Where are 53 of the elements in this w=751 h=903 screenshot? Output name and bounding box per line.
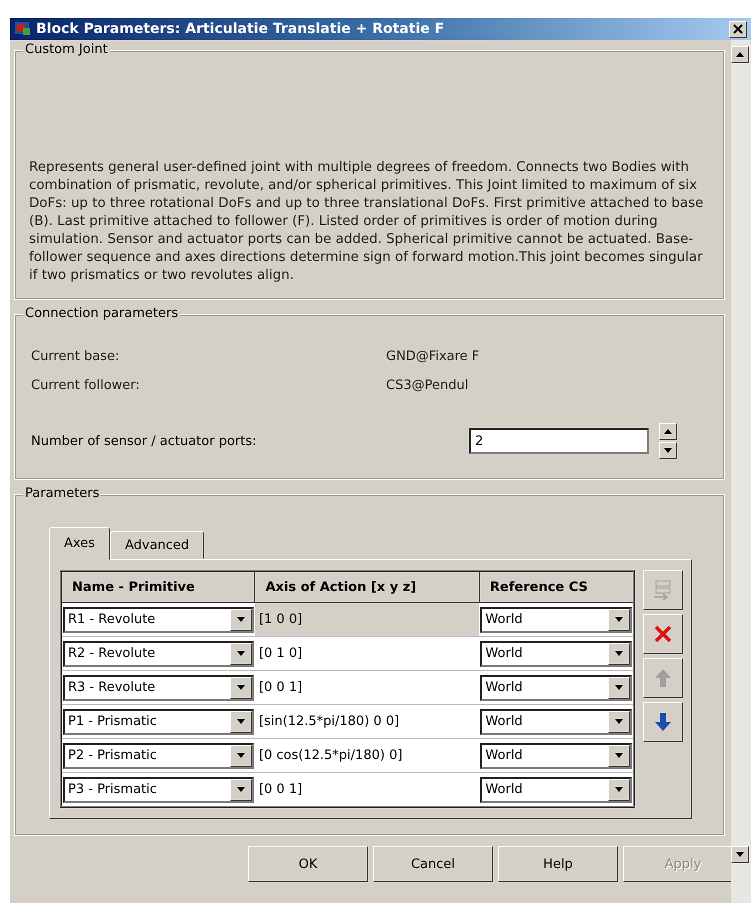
group-title: Custom Joint <box>23 42 110 57</box>
down-caret-icon <box>663 447 673 454</box>
up-arrow-icon <box>652 667 674 689</box>
reference-dropdown[interactable]: World <box>480 606 632 632</box>
field-label: Number of sensor / actuator ports: <box>31 434 258 448</box>
column-header[interactable]: Axis of Action [x y z] <box>254 571 480 602</box>
primitive-dropdown[interactable]: P2 - Prismatic <box>63 742 254 768</box>
up-caret-icon <box>735 51 745 58</box>
primitive-dropdown[interactable]: R3 - Revolute <box>63 674 254 700</box>
field-label: Current base: <box>31 349 120 364</box>
close-button[interactable] <box>729 20 747 38</box>
column-header[interactable]: Name - Primitive <box>61 571 255 602</box>
down-row-button[interactable] <box>643 702 683 742</box>
delete-row-button[interactable] <box>643 614 683 654</box>
app-icon <box>14 21 32 37</box>
reference-dropdown[interactable]: World <box>480 776 632 802</box>
up-caret-icon <box>663 428 673 435</box>
delete-icon <box>652 623 674 645</box>
description-text: Represents general user-defined joint with multiple degrees of freedom. Connects two Bodies with combination of prismatic, revolute, and/or spherical primitives. This Joint limited to maximum of six DoFs: up to three rotational DoFs and up to three translational DoFs. First primitive attached to base (B). Last primitive attached to follower (F). Listed order of primitives is order of motion during simulation. Sensor and actuator ports can be added. Spherical primitive cannot be actuated. Base-follower sequence and axes directions determine sign of forward motion.This joint becomes singular if two prismatics or two revolutes align. <box>29 159 704 285</box>
spin-up-button[interactable] <box>659 423 677 440</box>
axis-cell[interactable]: [0 0 1] <box>254 670 480 704</box>
primitive-dropdown[interactable]: P1 - Prismatic <box>63 708 254 734</box>
column-header[interactable]: Reference CS <box>479 571 634 602</box>
reference-dropdown[interactable]: World <box>480 708 632 734</box>
dialog-button[interactable]: Help <box>498 846 618 882</box>
primitive-dropdown[interactable]: R2 - Revolute <box>63 640 254 666</box>
tab[interactable]: Axes <box>49 527 110 560</box>
axis-cell[interactable]: [0 0 1] <box>254 772 480 807</box>
axis-cell[interactable]: [0 cos(12.5*pi/180) 0] <box>254 738 480 772</box>
axis-cell[interactable]: [1 0 0] <box>254 602 480 636</box>
scroll-down-button[interactable] <box>731 846 749 863</box>
primitive-dropdown[interactable]: R1 - Revolute <box>63 606 254 632</box>
dialog-button[interactable]: Cancel <box>373 846 493 882</box>
down-caret-icon <box>735 851 745 858</box>
scrollbar[interactable] <box>731 40 751 903</box>
reference-dropdown[interactable]: World <box>480 674 632 700</box>
dialog-button[interactable]: OK <box>248 846 368 882</box>
ports-input[interactable]: 2 <box>469 428 649 454</box>
axis-cell[interactable]: [sin(12.5*pi/180) 0 0] <box>254 704 480 738</box>
window-title: Block Parameters: Articulatie Translatie + Rotatie F <box>36 21 446 37</box>
group-title: Connection parameters <box>23 306 180 321</box>
field-label: Current follower: <box>31 378 141 393</box>
tab[interactable]: Advanced <box>110 531 204 559</box>
field-value: GND@Fixare F <box>386 349 480 364</box>
close-icon <box>733 24 743 34</box>
down-arrow-icon <box>652 711 674 733</box>
reference-dropdown[interactable]: World <box>480 640 632 666</box>
reference-dropdown[interactable]: World <box>480 742 632 768</box>
axis-cell[interactable]: [0 1 0] <box>254 636 480 670</box>
spin-down-button[interactable] <box>659 442 677 459</box>
primitive-dropdown[interactable]: P3 - Prismatic <box>63 776 254 802</box>
field-value: CS3@Pendul <box>386 378 470 393</box>
scroll-up-button[interactable] <box>731 46 749 63</box>
